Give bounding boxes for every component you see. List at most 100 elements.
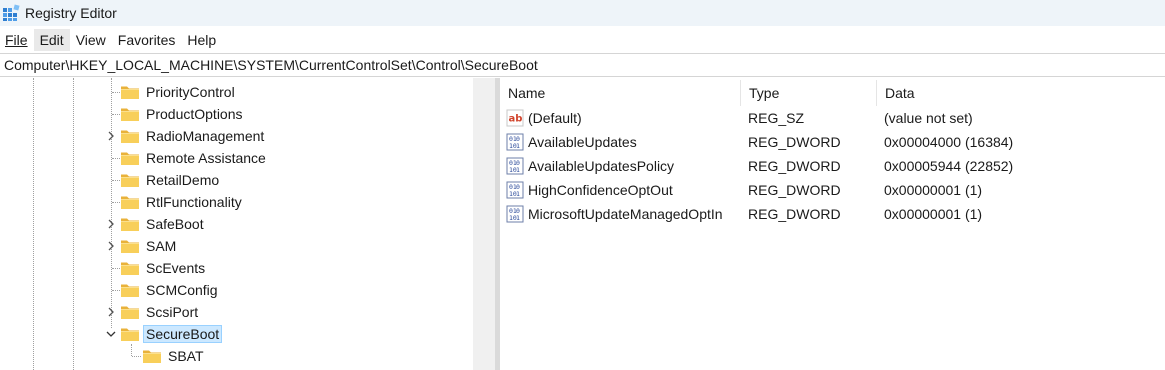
value-type: REG_DWORD: [748, 182, 841, 198]
binary-value-icon: [506, 133, 524, 151]
key-tree[interactable]: PriorityControl ProductOptions RadioMana…: [0, 78, 473, 370]
tree-item-label: PriorityControl: [146, 84, 235, 100]
menu-file-label: File: [5, 31, 28, 48]
tree-item-safeboot[interactable]: SafeBoot: [120, 213, 206, 235]
tree-connector: [112, 202, 120, 203]
binary-value-icon: [506, 157, 524, 175]
tree-guide-line: [73, 78, 74, 370]
value-data: 0x00004000 (16384): [884, 134, 1014, 150]
menu-edit-label: Edit: [39, 31, 64, 48]
value-type: REG_DWORD: [748, 206, 841, 222]
menu-favorites-label: Favorites: [117, 31, 176, 48]
menu-file[interactable]: File: [0, 29, 34, 51]
value-type: REG_DWORD: [748, 158, 841, 174]
tree-item-label: SCMConfig: [146, 282, 218, 298]
value-type: REG_DWORD: [748, 134, 841, 150]
menu-bar: File Edit View Favorites Help: [0, 28, 1165, 51]
string-value-icon: [506, 109, 524, 127]
tree-item-label: SAM: [146, 238, 177, 254]
value-type: REG_SZ: [748, 110, 805, 126]
tree-item-label: Remote Assistance: [146, 150, 266, 166]
tree-connector: [112, 92, 120, 93]
tree-item-label: RtlFunctionality: [146, 194, 242, 210]
value-row-microsoftupdatemanagedoptin[interactable]: MicrosoftUpdateManagedOptIn REG_DWORD 0x…: [500, 202, 1165, 226]
menu-edit[interactable]: Edit: [33, 28, 70, 51]
tree-item-radiomanagement[interactable]: RadioManagement: [120, 125, 266, 147]
tree-item-rtlfunctionality[interactable]: RtlFunctionality: [120, 191, 244, 213]
menu-view-label: View: [75, 31, 106, 48]
tree-connector: [112, 114, 120, 115]
chevron-right-icon[interactable]: [105, 218, 117, 230]
tree-connector: [112, 290, 120, 291]
tree-item-label: SBAT: [168, 348, 204, 364]
tree-item-label: ScEvents: [146, 260, 206, 276]
tree-connector: [112, 180, 120, 181]
column-header-type[interactable]: Type: [741, 78, 876, 108]
folder-icon: [120, 216, 140, 232]
tree-item-label: RadioManagement: [146, 128, 265, 144]
tree-item-productoptions[interactable]: ProductOptions: [120, 103, 245, 125]
title-bar: Registry Editor: [0, 0, 1165, 26]
folder-icon: [120, 150, 140, 166]
folder-icon: [120, 194, 140, 210]
tree-item-scmconfig[interactable]: SCMConfig: [120, 279, 220, 301]
value-name: AvailableUpdates: [528, 134, 637, 150]
folder-icon: [142, 348, 162, 364]
menu-help-label: Help: [187, 31, 217, 48]
tree-item-label: ProductOptions: [146, 106, 243, 122]
tree-item-label: SafeBoot: [146, 216, 204, 232]
chevron-right-icon[interactable]: [105, 306, 117, 318]
folder-icon: [120, 260, 140, 276]
value-data: (value not set): [884, 110, 973, 126]
tree-item-remote-assistance[interactable]: Remote Assistance: [120, 147, 268, 169]
tree-connector: [132, 356, 141, 357]
tree-item-label: RetailDemo: [146, 172, 220, 188]
menu-favorites[interactable]: Favorites: [112, 29, 182, 51]
chevron-right-icon[interactable]: [105, 240, 117, 252]
value-row-highconfidenceoptout[interactable]: HighConfidenceOptOut REG_DWORD 0x0000000…: [500, 178, 1165, 202]
tree-item-sbat[interactable]: SBAT: [142, 345, 206, 367]
value-data: 0x00005944 (22852): [884, 158, 1014, 174]
folder-icon: [120, 304, 140, 320]
tree-guide-line: [33, 78, 34, 370]
tree-connector: [112, 158, 120, 159]
value-row-default[interactable]: (Default) REG_SZ (value not set): [500, 106, 1165, 130]
tree-item-prioritycontrol[interactable]: PriorityControl: [120, 81, 237, 103]
tree-item-scsiport[interactable]: ScsiPort: [120, 301, 200, 323]
column-header-name[interactable]: Name: [500, 78, 740, 108]
column-header-data[interactable]: Data: [877, 78, 1165, 108]
menu-help[interactable]: Help: [181, 29, 222, 51]
tree-scroll-gutter: [473, 78, 495, 370]
folder-icon: [120, 282, 140, 298]
folder-icon: [120, 84, 140, 100]
tree-item-scevents[interactable]: ScEvents: [120, 257, 207, 279]
menu-view[interactable]: View: [70, 29, 112, 51]
tree-item-label: ScsiPort: [146, 304, 199, 320]
folder-icon: [120, 172, 140, 188]
tree-guide-line: [131, 344, 132, 356]
tree-item-secureboot[interactable]: SecureBoot: [120, 323, 223, 345]
value-data: 0x00000001 (1): [884, 182, 983, 198]
address-bar[interactable]: Computer\HKEY_LOCAL_MACHINE\SYSTEM\Curre…: [0, 53, 1165, 77]
binary-value-icon: [506, 205, 524, 223]
values-header: Name Type Data: [500, 78, 1165, 108]
value-name: HighConfidenceOptOut: [528, 182, 673, 198]
chevron-down-icon[interactable]: [105, 328, 117, 340]
folder-icon: [120, 238, 140, 254]
value-row-availableupdates[interactable]: AvailableUpdates REG_DWORD 0x00004000 (1…: [500, 130, 1165, 154]
value-data: 0x00000001 (1): [884, 206, 983, 222]
window-title: Registry Editor: [25, 5, 117, 21]
tree-connector: [112, 268, 120, 269]
value-row-availableupdatespolicy[interactable]: AvailableUpdatesPolicy REG_DWORD 0x00005…: [500, 154, 1165, 178]
value-name: AvailableUpdatesPolicy: [528, 158, 675, 174]
chevron-right-icon[interactable]: [105, 130, 117, 142]
folder-open-icon: [120, 326, 140, 342]
folder-icon: [120, 128, 140, 144]
value-name: (Default): [528, 110, 582, 126]
values-list[interactable]: Name Type Data (Default) REG_SZ (value n…: [500, 78, 1165, 370]
tree-item-retaildemo[interactable]: RetailDemo: [120, 169, 221, 191]
tree-item-label: SecureBoot: [142, 325, 223, 343]
folder-icon: [120, 106, 140, 122]
binary-value-icon: [506, 181, 524, 199]
tree-item-sam[interactable]: SAM: [120, 235, 178, 257]
